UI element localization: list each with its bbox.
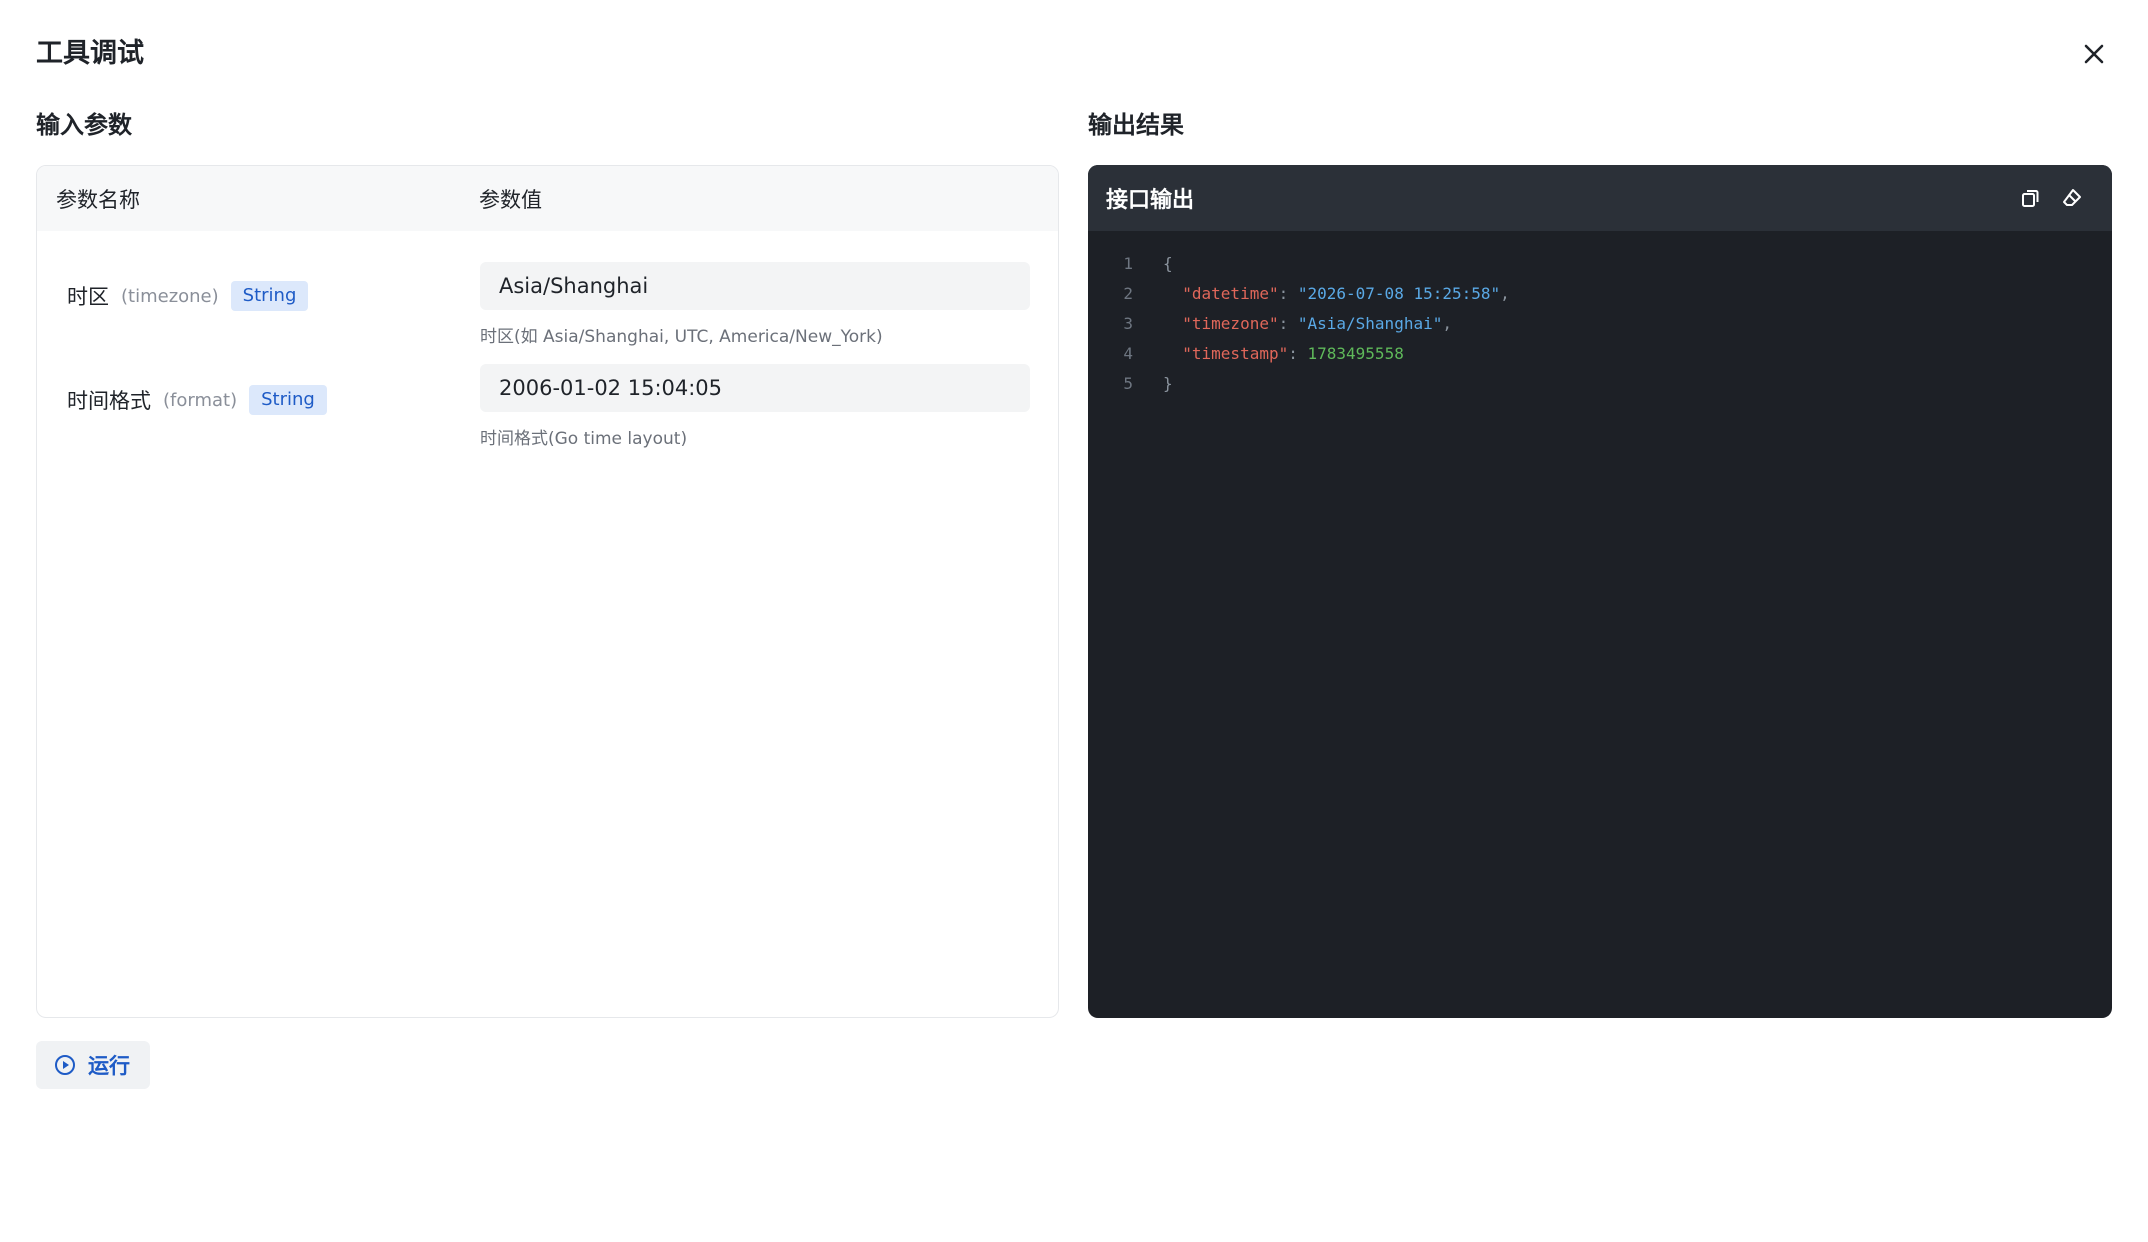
code-line: 1 { bbox=[1088, 248, 1173, 278]
dialog-title: 工具调试 bbox=[36, 38, 144, 69]
code-line: 5 } bbox=[1088, 368, 1173, 398]
line-number: 1 bbox=[1123, 253, 1133, 273]
code-line: 3 "timezone": "Asia/Shanghai", bbox=[1088, 308, 1452, 338]
output-header: 接口输出 bbox=[1088, 165, 2112, 231]
json-key: "datetime" bbox=[1182, 283, 1279, 303]
eraser-icon bbox=[2063, 189, 2081, 206]
param-key: (format) bbox=[163, 389, 238, 411]
json-string: "Asia/Shanghai" bbox=[1297, 313, 1443, 333]
code-brace: } bbox=[1163, 373, 1173, 393]
output-panel-title: 接口输出 bbox=[1106, 188, 1195, 213]
param-label: 时区 bbox=[67, 285, 109, 309]
code-line: 2 "datetime": "2026-07-08 15:25:58", bbox=[1088, 278, 1509, 308]
close-button[interactable] bbox=[2076, 36, 2112, 72]
close-icon bbox=[2084, 44, 2104, 64]
clear-button[interactable] bbox=[2058, 184, 2086, 212]
line-number: 4 bbox=[1123, 343, 1133, 363]
line-number: 3 bbox=[1123, 313, 1133, 333]
copy-button[interactable] bbox=[2016, 184, 2044, 212]
code-brace: { bbox=[1163, 253, 1173, 273]
run-button-label: 运行 bbox=[88, 1054, 130, 1078]
format-input[interactable]: 2006-01-02 15:04:05 bbox=[480, 364, 1030, 412]
code-line: 4 "timestamp": 1783495558 bbox=[1088, 338, 1404, 368]
run-button[interactable]: 运行 bbox=[36, 1041, 150, 1089]
input-section-title: 输入参数 bbox=[36, 111, 132, 139]
param-row-timezone: 时区 (timezone) String Asia/Shanghai 时区(如 … bbox=[37, 262, 1058, 362]
param-name-cell: 时间格式 (format) String bbox=[67, 385, 327, 415]
json-number: 1783495558 bbox=[1307, 343, 1404, 363]
param-name-cell: 时区 (timezone) String bbox=[67, 281, 309, 311]
type-badge: String bbox=[249, 385, 327, 415]
param-description: 时间格式(Go time layout) bbox=[480, 429, 688, 449]
type-badge: String bbox=[230, 281, 309, 311]
param-label: 时间格式 bbox=[67, 389, 151, 413]
line-number: 2 bbox=[1123, 283, 1133, 303]
column-header-name: 参数名称 bbox=[56, 188, 140, 212]
param-description: 时区(如 Asia/Shanghai, UTC, America/New_Yor… bbox=[480, 327, 883, 347]
column-header-value: 参数值 bbox=[479, 188, 542, 212]
timezone-input[interactable]: Asia/Shanghai bbox=[480, 262, 1030, 310]
copy-icon bbox=[2022, 190, 2039, 207]
tool-debug-dialog: 工具调试 输入参数 输出结果 参数名称 参数值 时区 (timezone) St… bbox=[0, 0, 2148, 1242]
table-header: 参数名称 参数值 bbox=[37, 166, 1058, 231]
json-key: "timestamp" bbox=[1182, 343, 1289, 363]
output-code-panel: 接口输出 1 { 2 "datetime": "2026-07-08 15:25… bbox=[1088, 165, 2112, 1018]
line-number: 5 bbox=[1123, 373, 1133, 393]
output-section-title: 输出结果 bbox=[1088, 111, 1184, 139]
json-string: "2026-07-08 15:25:58" bbox=[1297, 283, 1501, 303]
param-row-format: 时间格式 (format) String 2006-01-02 15:04:05… bbox=[37, 364, 1058, 464]
input-params-table: 参数名称 参数值 时区 (timezone) String Asia/Shang… bbox=[36, 165, 1059, 1018]
json-key: "timezone" bbox=[1182, 313, 1279, 333]
play-circle-icon bbox=[55, 1055, 75, 1075]
param-key: (timezone) bbox=[121, 285, 219, 307]
